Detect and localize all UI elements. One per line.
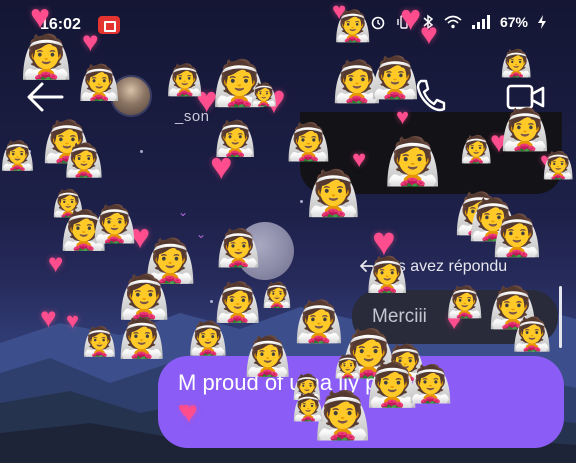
phone-icon[interactable] <box>414 78 446 114</box>
status-icons: 67% <box>370 14 546 30</box>
quoted-message-bubble[interactable]: Merciii <box>352 290 558 344</box>
outgoing-message-text: M proud of u ha lly proud <box>178 370 422 395</box>
video-call-icon[interactable] <box>506 80 546 112</box>
star <box>28 150 31 153</box>
contact-avatar[interactable] <box>110 75 152 117</box>
status-time: 16:02 <box>40 16 81 33</box>
signal-icon <box>471 15 490 29</box>
reply-label: ous avez répondu <box>380 258 508 275</box>
bluetooth-icon <box>423 14 434 30</box>
battery-charging-icon <box>538 15 546 29</box>
star <box>175 250 178 253</box>
alarm-icon <box>371 16 385 30</box>
heart-emoji: ♥ <box>178 399 190 421</box>
wifi-icon <box>444 15 462 29</box>
screen-record-icon <box>98 16 120 34</box>
reply-indicator-bar <box>559 286 562 348</box>
vibrate-icon <box>397 15 411 29</box>
star <box>140 150 143 153</box>
quoted-message-text: Merciii <box>372 306 427 327</box>
media-message-bubble[interactable] <box>300 112 562 194</box>
bird-decoration: ⌄ <box>196 227 207 241</box>
bird-decoration: ⌄ <box>178 205 189 219</box>
contact-name[interactable]: _son <box>175 108 210 125</box>
star <box>300 200 303 203</box>
battery-percent: 67% <box>499 14 528 30</box>
back-arrow-icon[interactable] <box>26 80 64 114</box>
reply-icon <box>360 260 376 275</box>
outgoing-message-bubble[interactable]: M proud of u ha lly proud ♥ <box>158 356 564 448</box>
